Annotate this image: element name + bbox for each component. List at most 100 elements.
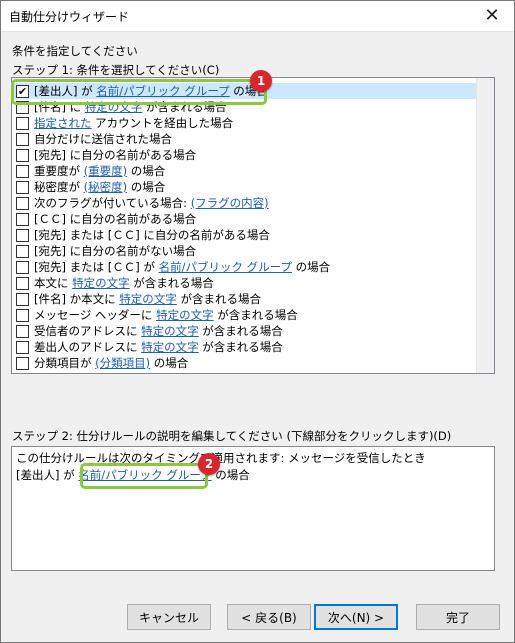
condition-row[interactable]: 次のフラグが付いている場合: (フラグの内容): [12, 195, 494, 211]
condition-link[interactable]: 特定の文字: [156, 308, 214, 322]
condition-link[interactable]: 名前/パブリック グループ: [96, 84, 229, 98]
rule-description-box: この仕分けルールは次のタイミングで適用されます: メッセージを受信したとき [差…: [11, 446, 495, 571]
condition-text: [宛先] または [ＣＣ] に自分の名前がある場合: [34, 228, 270, 242]
step1-label: ステップ 1: 条件を選択してください(C): [12, 63, 220, 77]
condition-text: の場合: [150, 356, 189, 370]
condition-label: [宛先] に自分の名前がない場合: [34, 243, 196, 259]
condition-checkbox[interactable]: [16, 276, 29, 290]
condition-text: [件名] か本文に: [34, 292, 120, 306]
condition-text: [宛先] に自分の名前がある場合: [34, 148, 197, 162]
condition-row[interactable]: [件名] か本文に 特定の文字 が含まれる場合: [12, 291, 494, 307]
condition-link[interactable]: (分類項目): [95, 356, 150, 370]
condition-text: が含まれる場合: [129, 276, 214, 290]
finish-button[interactable]: 完了: [416, 604, 500, 630]
condition-label: 自分だけに送信された場合: [34, 131, 172, 147]
condition-text: が含まれる場合: [176, 292, 261, 306]
conditions-list[interactable]: ✔ [差出人] が 名前/パブリック グループ の場合 [件名] に 特定の文字 が…: [11, 77, 495, 374]
condition-label: 本文に 特定の文字 が含まれる場合: [34, 275, 214, 291]
condition-row[interactable]: [件名] に 特定の文字 が含まれる場合: [12, 99, 494, 115]
condition-checkbox[interactable]: [16, 260, 29, 274]
close-button[interactable]: ✕: [469, 0, 515, 31]
title-bar: 自動仕分けウィザード ✕: [0, 0, 515, 32]
condition-link[interactable]: (秘密度): [84, 180, 127, 194]
condition-row[interactable]: 本文に 特定の文字 が含まれる場合: [12, 275, 494, 291]
condition-checkbox[interactable]: [16, 148, 29, 162]
condition-text: 差出人のアドレスに: [34, 340, 142, 354]
condition-link[interactable]: 特定の文字: [141, 340, 199, 354]
condition-text: 分類項目が: [34, 356, 96, 370]
condition-row[interactable]: [宛先] に自分の名前がない場合: [12, 243, 494, 259]
condition-row[interactable]: 差出人のアドレスに 特定の文字 が含まれる場合: [12, 339, 494, 355]
condition-label: 受信者のアドレスに 特定の文字 が含まれる場合: [34, 323, 283, 339]
condition-checkbox[interactable]: ✔: [16, 84, 29, 98]
condition-label: [宛先] に自分の名前がある場合: [34, 147, 196, 163]
condition-text: メッセージ ヘッダーに: [34, 308, 157, 322]
condition-checkbox[interactable]: [16, 196, 29, 210]
condition-link[interactable]: 特定の文字: [85, 100, 143, 114]
description-prefix: [差出人] が: [16, 468, 79, 482]
condition-link[interactable]: 名前/パブリック グループ: [159, 260, 292, 274]
sender-group-link[interactable]: 名前/パブリック グループ: [78, 468, 211, 482]
condition-checkbox[interactable]: [16, 292, 29, 306]
condition-text: 秘密度が: [34, 180, 84, 194]
condition-row[interactable]: 指定された アカウントを経由した場合: [12, 115, 494, 131]
condition-checkbox[interactable]: [16, 212, 29, 226]
condition-checkbox[interactable]: [16, 308, 29, 322]
condition-text: が含まれる場合: [198, 324, 283, 338]
condition-checkbox[interactable]: [16, 228, 29, 242]
instruction-text: 条件を指定してください: [12, 44, 138, 58]
condition-text: 重要度が: [34, 164, 84, 178]
condition-text: の場合: [291, 260, 331, 274]
condition-label: 秘密度が (秘密度) の場合: [34, 179, 165, 195]
condition-link[interactable]: (重要度): [84, 164, 127, 178]
condition-row[interactable]: 受信者のアドレスに 特定の文字 が含まれる場合: [12, 323, 494, 339]
step2-label: ステップ 2: 仕分けルールの説明を編集してください (下線部分をクリックします…: [12, 429, 452, 443]
condition-row[interactable]: 分類項目が (分類項目) の場合: [12, 355, 494, 371]
condition-row[interactable]: メッセージ ヘッダーに 特定の文字 が含まれる場合: [12, 307, 494, 323]
condition-label: 次のフラグが付いている場合: (フラグの内容): [34, 195, 269, 211]
condition-text: 受信者のアドレスに: [34, 324, 142, 338]
condition-text: 本文に: [34, 276, 73, 290]
condition-text: [宛先] に自分の名前がない場合: [34, 244, 197, 258]
condition-row[interactable]: [ＣＣ] に自分の名前がある場合: [12, 211, 494, 227]
condition-checkbox[interactable]: [16, 100, 29, 114]
condition-text: 次のフラグが付いている場合:: [34, 196, 191, 210]
condition-checkbox[interactable]: [16, 132, 29, 146]
callout-badge-1: 1: [250, 70, 272, 92]
condition-checkbox[interactable]: [16, 164, 29, 178]
condition-label: [宛先] または [ＣＣ] に自分の名前がある場合: [34, 227, 270, 243]
condition-link[interactable]: 特定の文字: [72, 276, 130, 290]
list-scrollbar[interactable]: [476, 78, 494, 373]
condition-row[interactable]: [宛先] に自分の名前がある場合: [12, 147, 494, 163]
condition-row[interactable]: 自分だけに送信された場合: [12, 131, 494, 147]
condition-link[interactable]: (フラグの内容): [191, 196, 269, 210]
cancel-button[interactable]: キャンセル: [127, 604, 211, 630]
condition-label: 分類項目が (分類項目) の場合: [34, 355, 188, 371]
condition-checkbox[interactable]: [16, 116, 29, 130]
condition-label: [ＣＣ] に自分の名前がある場合: [34, 211, 196, 227]
condition-text: の場合: [127, 164, 166, 178]
condition-checkbox[interactable]: [16, 340, 29, 354]
condition-link[interactable]: 特定の文字: [141, 324, 199, 338]
description-line-1: この仕分けルールは次のタイミングで適用されます: メッセージを受信したとき: [16, 451, 426, 465]
condition-text: の場合: [127, 180, 166, 194]
condition-label: [件名] に 特定の文字 が含まれる場合: [34, 99, 226, 115]
condition-text: 自分だけに送信された場合: [34, 132, 172, 146]
next-button[interactable]: 次へ(N) >: [314, 604, 398, 630]
condition-link[interactable]: 特定の文字: [119, 292, 177, 306]
condition-text: アカウントを経由した場合: [91, 116, 234, 130]
condition-row[interactable]: [宛先] または [ＣＣ] に自分の名前がある場合: [12, 227, 494, 243]
back-button[interactable]: < 戻る(B): [227, 604, 311, 630]
condition-label: [差出人] が 名前/パブリック グループ の場合: [34, 83, 268, 99]
condition-checkbox[interactable]: [16, 180, 29, 194]
condition-checkbox[interactable]: [16, 324, 29, 338]
condition-text: [件名] に: [34, 100, 85, 114]
condition-row[interactable]: 秘密度が (秘密度) の場合: [12, 179, 494, 195]
condition-row[interactable]: [宛先] または [ＣＣ] が 名前/パブリック グループ の場合: [12, 259, 494, 275]
condition-row[interactable]: 重要度が (重要度) の場合: [12, 163, 494, 179]
condition-label: 重要度が (重要度) の場合: [34, 163, 165, 179]
condition-link[interactable]: 指定された: [34, 116, 92, 130]
condition-label: メッセージ ヘッダーに 特定の文字 が含まれる場合: [34, 307, 298, 323]
condition-checkbox[interactable]: [16, 356, 29, 370]
condition-checkbox[interactable]: [16, 244, 29, 258]
